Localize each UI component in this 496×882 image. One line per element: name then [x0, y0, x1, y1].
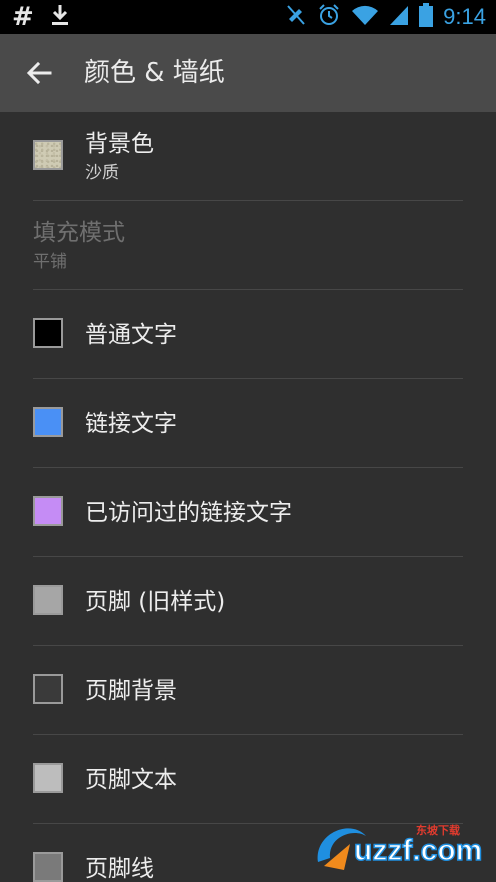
pref-label: 页脚背景: [85, 678, 177, 704]
back-button[interactable]: [18, 52, 60, 94]
download-icon: [50, 3, 70, 31]
clock: 9:14: [443, 4, 486, 29]
color-swatch: [33, 140, 63, 170]
pref-link-text[interactable]: 链接文字: [0, 379, 496, 468]
page-title: 颜色 & 墙纸: [84, 58, 225, 88]
pref-footer-background[interactable]: 页脚背景: [0, 646, 496, 735]
pref-footer-legacy[interactable]: 页脚 (旧样式): [0, 557, 496, 646]
wifi-icon: [351, 4, 379, 30]
watermark-logo: uzzf.com 东坡下载: [310, 814, 490, 874]
color-swatch: [33, 407, 63, 437]
pref-label: 已访问过的链接文字: [85, 500, 292, 526]
preference-list: 背景色 沙质 填充模式 平铺 普通文字 链接文字 已访问过的链接文字 页脚 (旧: [0, 112, 496, 882]
color-swatch: [33, 496, 63, 526]
pref-label: 链接文字: [85, 411, 177, 437]
pref-background-color[interactable]: 背景色 沙质: [0, 112, 496, 201]
pref-visited-link-text[interactable]: 已访问过的链接文字: [0, 468, 496, 557]
color-swatch: [33, 763, 63, 793]
signal-icon: [389, 4, 409, 30]
alarm-icon: [317, 3, 341, 31]
watermark-text: uzzf.com: [354, 834, 482, 867]
mute-icon: [285, 3, 307, 31]
pref-label: 背景色: [85, 131, 154, 157]
color-swatch: [33, 674, 63, 704]
pref-label: 普通文字: [85, 322, 177, 348]
hash-icon: #: [12, 2, 34, 32]
pref-fill-mode: 填充模式 平铺: [0, 201, 496, 290]
pref-summary: 平铺: [33, 252, 67, 272]
pref-footer-text[interactable]: 页脚文本: [0, 735, 496, 824]
pref-label: 页脚线: [85, 856, 154, 882]
pref-label: 填充模式: [33, 220, 125, 246]
pref-label: 页脚 (旧样式): [85, 589, 226, 615]
status-right: 9:14: [285, 0, 486, 34]
battery-icon: [419, 3, 434, 31]
color-swatch: [33, 318, 63, 348]
pref-normal-text[interactable]: 普通文字: [0, 290, 496, 379]
action-bar: 颜色 & 墙纸: [0, 34, 496, 112]
color-swatch: [33, 585, 63, 615]
status-bar: # 9:14: [0, 0, 496, 34]
watermark-sub-text: 东坡下载: [416, 823, 460, 837]
pref-summary: 沙质: [85, 163, 119, 183]
status-left: #: [12, 3, 70, 31]
arrow-back-icon: [26, 61, 52, 85]
screen: # 9:14 颜色 & 墙纸 背景色 沙质 填充模式 平铺 普通文字 链接文字 …: [0, 0, 496, 882]
color-swatch: [33, 852, 63, 882]
pref-label: 页脚文本: [85, 767, 177, 793]
